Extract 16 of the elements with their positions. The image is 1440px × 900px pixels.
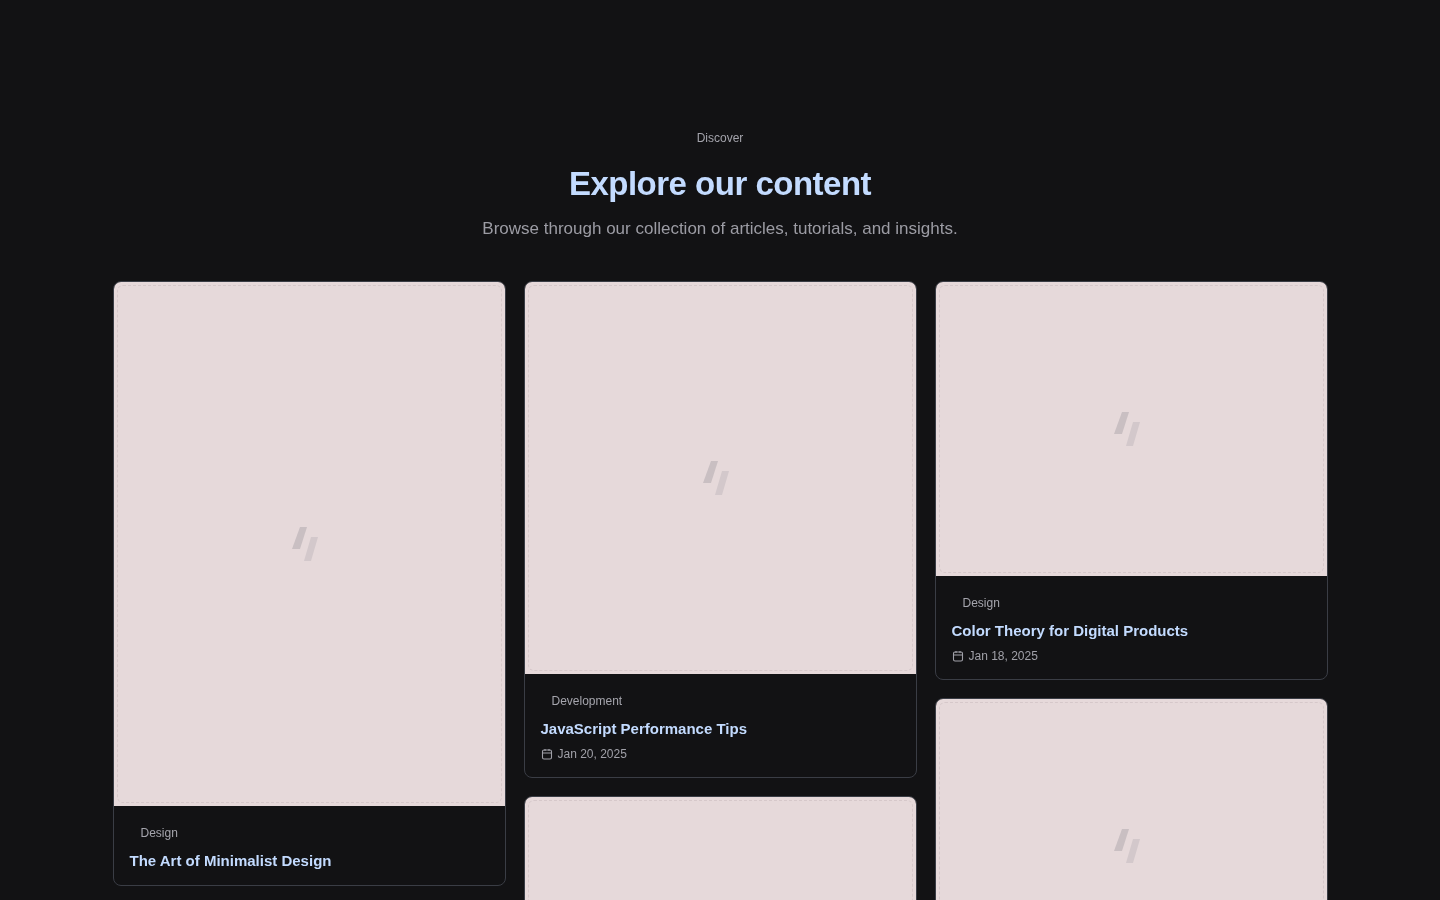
article-title[interactable]: Color Theory for Digital Products	[951, 622, 1189, 639]
category-tag: Design	[129, 826, 189, 840]
article-date: Jan 18, 2025	[968, 649, 1038, 663]
category-tag: Design	[951, 596, 1011, 610]
category-tag: Development	[540, 694, 634, 708]
calendar-icon	[540, 748, 553, 760]
article-card[interactable]: Design Color Theory for Digital Products Jan 18, 2025	[934, 281, 1328, 680]
article-card[interactable]: Design The Art of Minimalist Design	[112, 281, 506, 886]
article-card[interactable]: Development JavaScript Performance Tips Jan 20, 2025	[523, 281, 917, 778]
calendar-icon	[951, 650, 964, 662]
section-eyebrow: Discover	[696, 131, 744, 145]
article-title[interactable]: JavaScript Performance Tips	[540, 720, 747, 737]
article-date: Jan 20, 2025	[557, 747, 627, 761]
article-title[interactable]: The Art of Minimalist Design	[129, 852, 332, 869]
section-title: Explore our content	[568, 165, 872, 203]
section-subtitle: Browse through our collection of articles, tutorials, and insights.	[482, 219, 958, 239]
